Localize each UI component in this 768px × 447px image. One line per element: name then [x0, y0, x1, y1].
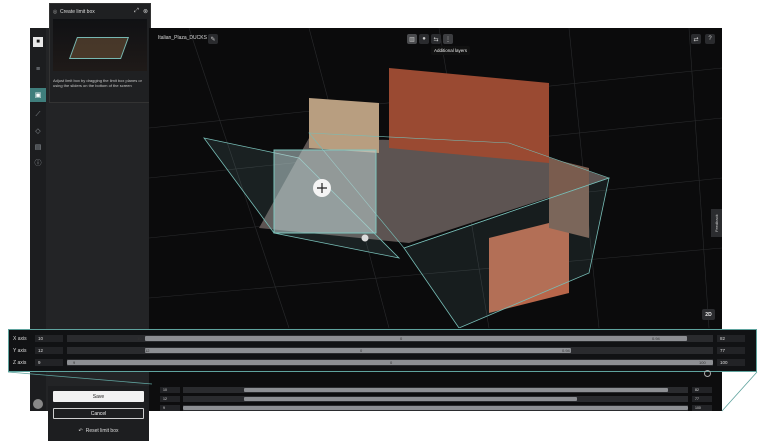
undo-icon: ↶ [78, 427, 83, 434]
range-track[interactable] [183, 396, 688, 402]
action-panel: Save Cancel ↶ Reset limit box [48, 386, 149, 441]
range-fill [243, 397, 577, 401]
history-icon[interactable] [704, 370, 711, 377]
max-input[interactable]: 82 [692, 387, 712, 393]
zoom-connector [7, 371, 758, 412]
min-input[interactable]: 12 [160, 396, 180, 402]
slider-row-z-small: 9 100 [152, 405, 722, 412]
slider-row-y-small: 12 77 [152, 396, 722, 403]
cancel-button[interactable]: Cancel [53, 408, 144, 419]
range-fill [243, 388, 668, 392]
save-button[interactable]: Save [53, 391, 144, 402]
slider-panel: 10 82 12 77 9 100 [152, 384, 722, 411]
min-input[interactable]: 10 [160, 387, 180, 393]
range-track[interactable] [183, 387, 688, 393]
min-input[interactable]: 9 [160, 405, 180, 411]
reset-limit-box-button[interactable]: ↶ Reset limit box [53, 426, 144, 435]
slider-row-x-small: 10 82 [152, 387, 722, 394]
max-input[interactable]: 100 [692, 405, 712, 411]
range-fill [183, 406, 688, 410]
reset-label: Reset limit box [85, 427, 119, 434]
max-input[interactable]: 77 [692, 396, 712, 402]
range-track[interactable] [183, 405, 688, 411]
